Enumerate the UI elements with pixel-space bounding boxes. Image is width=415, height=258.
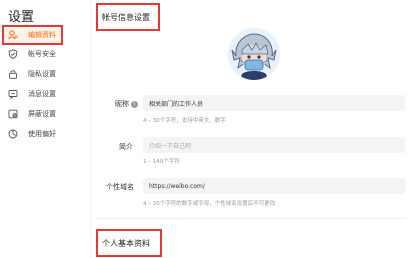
bio-input[interactable]: 介绍一下自己吧 [143,137,405,153]
sidebar-item-label: 屏蔽设置 [28,110,56,118]
section-title-account-info: 帐号信息设置 [96,3,160,31]
section-divider [96,218,405,219]
sidebar-title: 设置 [8,10,35,25]
sidebar-item-label: 消息设置 [28,90,56,98]
domain-label: 个性域名 [106,183,134,191]
settings-sidebar: 设置 编辑资料 帐号安全 隐私设置 消息设置 屏蔽设置 使用偏好 [0,0,90,258]
sidebar-item-preference[interactable]: 使用偏好 [0,124,90,144]
user-icon [8,30,28,40]
lock-icon [8,69,28,79]
info-icon[interactable]: i [131,100,138,108]
nickname-input[interactable]: 相关部门的工作人员 [143,95,405,111]
domain-hint: 4 – 20个字符的数字或字母，个性域名设置后不可更改 [143,201,276,207]
sidebar-item-privacy[interactable]: 隐私设置 [0,64,90,84]
section-title-personal-info: 个人基本资料 [96,229,162,257]
sidebar-item-label: 使用偏好 [28,130,56,138]
bio-label: 简介 [119,143,133,151]
block-icon [8,109,28,119]
message-icon [8,89,28,99]
shield-icon [8,49,28,59]
sidebar-item-label: 编辑资料 [28,31,56,39]
preference-icon [8,129,28,139]
sidebar-item-message[interactable]: 消息设置 [0,84,90,104]
nickname-label: 昵称 i [88,99,138,109]
bio-hint: 1 – 140个字符 [143,159,180,165]
domain-input[interactable]: https://weibo.com/ [143,178,405,194]
avatar[interactable] [228,28,280,80]
sidebar-item-edit-profile[interactable]: 编辑资料 [2,25,63,45]
sidebar-item-block[interactable]: 屏蔽设置 [0,104,90,124]
sidebar-item-account-security[interactable]: 帐号安全 [0,44,90,64]
sidebar-item-label: 隐私设置 [28,70,56,78]
sidebar-item-label: 帐号安全 [28,50,56,58]
nickname-hint: 4 – 30个字符，支持中英文、数字 [143,118,226,124]
